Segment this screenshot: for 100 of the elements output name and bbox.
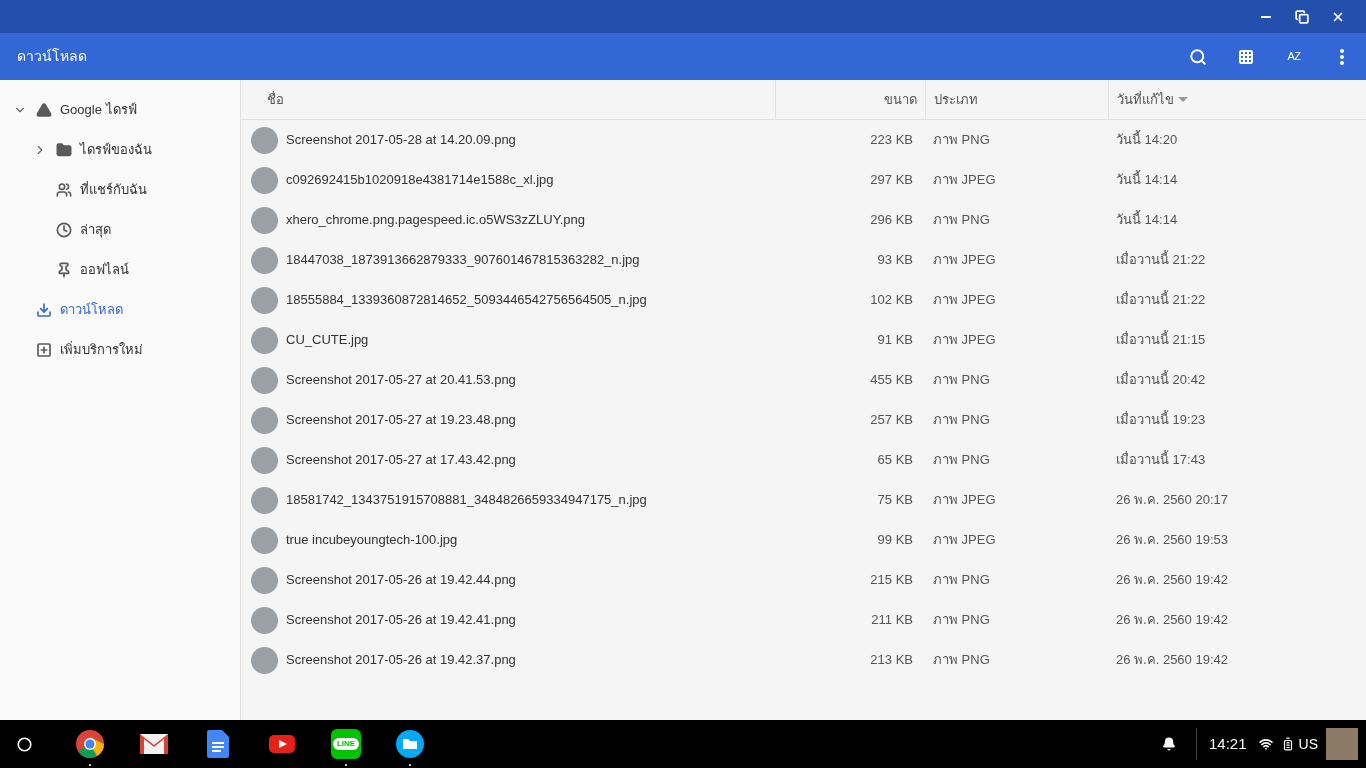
file-row[interactable]: true incubeyoungtech-100.jpg 99 KB ภาพ JPEG 26 พ.ค. 2560 19:53 (241, 520, 1366, 560)
photo-thumbnail (251, 326, 278, 354)
sidebar-item[interactable]: เพิ่มบริการใหม่ (0, 330, 240, 370)
modified-date: วันนี้ 14:20 (1115, 130, 1179, 150)
file-size: 257 KB (869, 411, 914, 430)
file-name: Screenshot 2017-05-27 at 19.23.48.png (286, 411, 516, 430)
file-name: Screenshot 2017-05-26 at 19.42.37.png (286, 651, 516, 670)
file-type: ภาพ JPEG (932, 291, 997, 310)
sidebar-item[interactable]: ออฟไลน์ (0, 250, 240, 290)
photo-thumbnail (251, 526, 278, 554)
modified-date: 26 พ.ค. 2560 20:17 (1115, 491, 1229, 510)
file-row[interactable]: Screenshot 2017-05-27 at 20.41.53.png 455 KB ภาพ PNG เมื่อวานนี้ 20:42 (241, 360, 1366, 400)
file-row[interactable]: Screenshot 2017-05-27 at 19.23.48.png 257 KB ภาพ PNG เมื่อวานนี้ 19:23 (241, 400, 1366, 440)
notification-bell-icon[interactable] (1162, 737, 1176, 751)
modified-date: วันนี้ 14:14 (1115, 210, 1179, 230)
column-header[interactable]: วันที่แก้ไข (1108, 80, 1366, 119)
file-row[interactable]: 18581742_1343751915708881_3484826659334947175_n.jpg 75 KB ภาพ JPEG 26 พ.ค. 2560 20:17 (241, 480, 1366, 520)
file-type: ภาพ PNG (932, 451, 991, 470)
photo-thumbnail (251, 286, 278, 314)
file-type: ภาพ JPEG (932, 331, 997, 350)
sidebar-item[interactable]: ดาวน์โหลด (0, 290, 240, 330)
modified-date: 26 พ.ค. 2560 19:42 (1115, 651, 1229, 670)
modified-date: 26 พ.ค. 2560 19:53 (1115, 531, 1229, 550)
mail-envelope-icon (139, 733, 169, 755)
modified-date: เมื่อวานนี้ 21:22 (1115, 290, 1207, 310)
file-row[interactable]: 18447038_1873913662879333_907601467815363282_n.jpg 93 KB ภาพ JPEG เมื่อวานนี้ 21:22 (241, 240, 1366, 280)
drive-icon (36, 102, 52, 118)
sidebar-item[interactable]: Google ไดรฟ์ (0, 90, 240, 130)
file-type: ภาพ PNG (932, 571, 991, 590)
photo-thumbnail (251, 566, 278, 594)
modified-date: เมื่อวานนี้ 20:42 (1115, 370, 1207, 390)
file-row[interactable]: Screenshot 2017-05-26 at 19.42.37.png 213 KB ภาพ PNG 26 พ.ค. 2560 19:42 (241, 640, 1366, 680)
restore-icon (1295, 9, 1309, 24)
file-row[interactable]: xhero_chrome.png.pagespeed.ic.o5WS3zZLUY.png 296 KB ภาพ PNG วันนี้ 14:14 (241, 200, 1366, 240)
column-header[interactable]: ขนาด (775, 80, 925, 119)
sidebar-item[interactable]: ที่แชร์กับฉัน (0, 170, 240, 210)
modified-date: เมื่อวานนี้ 21:15 (1115, 330, 1207, 350)
video-play-icon (269, 735, 295, 753)
file-type: ภาพ JPEG (932, 171, 997, 190)
file-row[interactable]: Screenshot 2017-05-26 at 19.42.44.png 215 KB ภาพ PNG 26 พ.ค. 2560 19:42 (241, 560, 1366, 600)
file-name: 18447038_1873913662879333_907601467815363282_n.jpg (286, 251, 640, 270)
file-name: Screenshot 2017-05-27 at 17.43.42.png (286, 451, 516, 470)
file-size: 91 KB (876, 331, 914, 350)
modified-date: 26 พ.ค. 2560 19:42 (1115, 611, 1229, 630)
sidebar-label: ล่าสุด (80, 221, 111, 240)
file-type: ภาพ PNG (932, 611, 991, 630)
launcher-icon[interactable] (17, 736, 32, 752)
more-vertical-icon (1340, 48, 1344, 65)
modified-date: 26 พ.ค. 2560 19:42 (1115, 571, 1229, 590)
photo-thumbnail (251, 486, 278, 514)
file-row[interactable]: Screenshot 2017-05-28 at 14.20.09.png 223 KB ภาพ PNG วันนี้ 14:20 (241, 120, 1366, 160)
photo-thumbnail (251, 206, 278, 234)
file-name: 18555884_1339360872814652_5093446542756564505_n.jpg (286, 291, 647, 310)
sidebar-item[interactable]: ไดรฟ์ของฉัน (0, 130, 240, 170)
file-name: c092692415b1020918e4381714e1588c_xl.jpg (286, 171, 554, 190)
browser-logo-icon (75, 729, 105, 759)
sidebar-item[interactable]: ล่าสุด (0, 210, 240, 250)
sidebar-label: เพิ่มบริการใหม่ (60, 340, 143, 360)
photo-thumbnail (251, 406, 278, 434)
pin-icon (56, 262, 72, 278)
modified-date: เมื่อวานนี้ 19:23 (1115, 410, 1207, 430)
file-name: Screenshot 2017-05-26 at 19.42.44.png (286, 571, 516, 590)
file-type: ภาพ JPEG (932, 531, 997, 550)
file-size: 455 KB (869, 371, 914, 390)
column-header[interactable]: ชื่อ (249, 80, 775, 119)
file-type: ภาพ JPEG (932, 251, 997, 270)
folder-icon (396, 730, 424, 758)
file-row[interactable]: CU_CUTE.jpg 91 KB ภาพ JPEG เมื่อวานนี้ 21:15 (241, 320, 1366, 360)
modified-date: วันนี้ 14:14 (1115, 170, 1179, 190)
file-name: 18581742_1343751915708881_3484826659334947175_n.jpg (286, 491, 647, 510)
sort-button[interactable]: AZ (1270, 32, 1318, 81)
file-name: xhero_chrome.png.pagespeed.ic.o5WS3zZLUY.png (286, 211, 585, 230)
file-row[interactable]: Screenshot 2017-05-27 at 17.43.42.png 65 KB ภาพ PNG เมื่อวานนี้ 17:43 (241, 440, 1366, 480)
photo-thumbnail (251, 606, 278, 634)
photo-thumbnail (251, 446, 278, 474)
file-name: Screenshot 2017-05-28 at 14.20.09.png (286, 131, 516, 150)
column-header[interactable]: ประเภท (925, 80, 1108, 119)
sidebar-label: ไดรฟ์ของฉัน (80, 141, 152, 160)
file-size: 75 KB (876, 491, 914, 510)
photo-thumbnail (251, 246, 278, 274)
file-name: true incubeyoungtech-100.jpg (286, 531, 458, 550)
keyboard-layout: US (1298, 734, 1318, 754)
file-row[interactable]: Screenshot 2017-05-26 at 19.42.41.png 211 KB ภาพ PNG 26 พ.ค. 2560 19:42 (241, 600, 1366, 640)
sidebar-label: ที่แชร์กับฉัน (80, 180, 147, 200)
sidebar-label: Google ไดรฟ์ (60, 101, 137, 120)
file-size: 296 KB (869, 211, 914, 230)
photo-thumbnail (251, 646, 278, 674)
folder-icon (56, 142, 72, 158)
document-icon (207, 730, 229, 758)
file-size: 297 KB (869, 171, 914, 190)
file-size: 99 KB (876, 531, 914, 550)
file-row[interactable]: c092692415b1020918e4381714e1588c_xl.jpg 297 KB ภาพ JPEG วันนี้ 14:14 (241, 160, 1366, 200)
grid-icon (1238, 48, 1254, 65)
file-type: ภาพ PNG (932, 411, 991, 430)
clock-icon (56, 222, 72, 238)
file-name: Screenshot 2017-05-27 at 20.41.53.png (286, 371, 516, 390)
file-type: ภาพ PNG (932, 651, 991, 670)
modified-date: เมื่อวานนี้ 17:43 (1115, 450, 1207, 470)
file-row[interactable]: 18555884_1339360872814652_5093446542756564505_n.jpg 102 KB ภาพ JPEG เมื่อวานนี้ 21:22 (241, 280, 1366, 320)
file-size: 213 KB (869, 651, 914, 670)
